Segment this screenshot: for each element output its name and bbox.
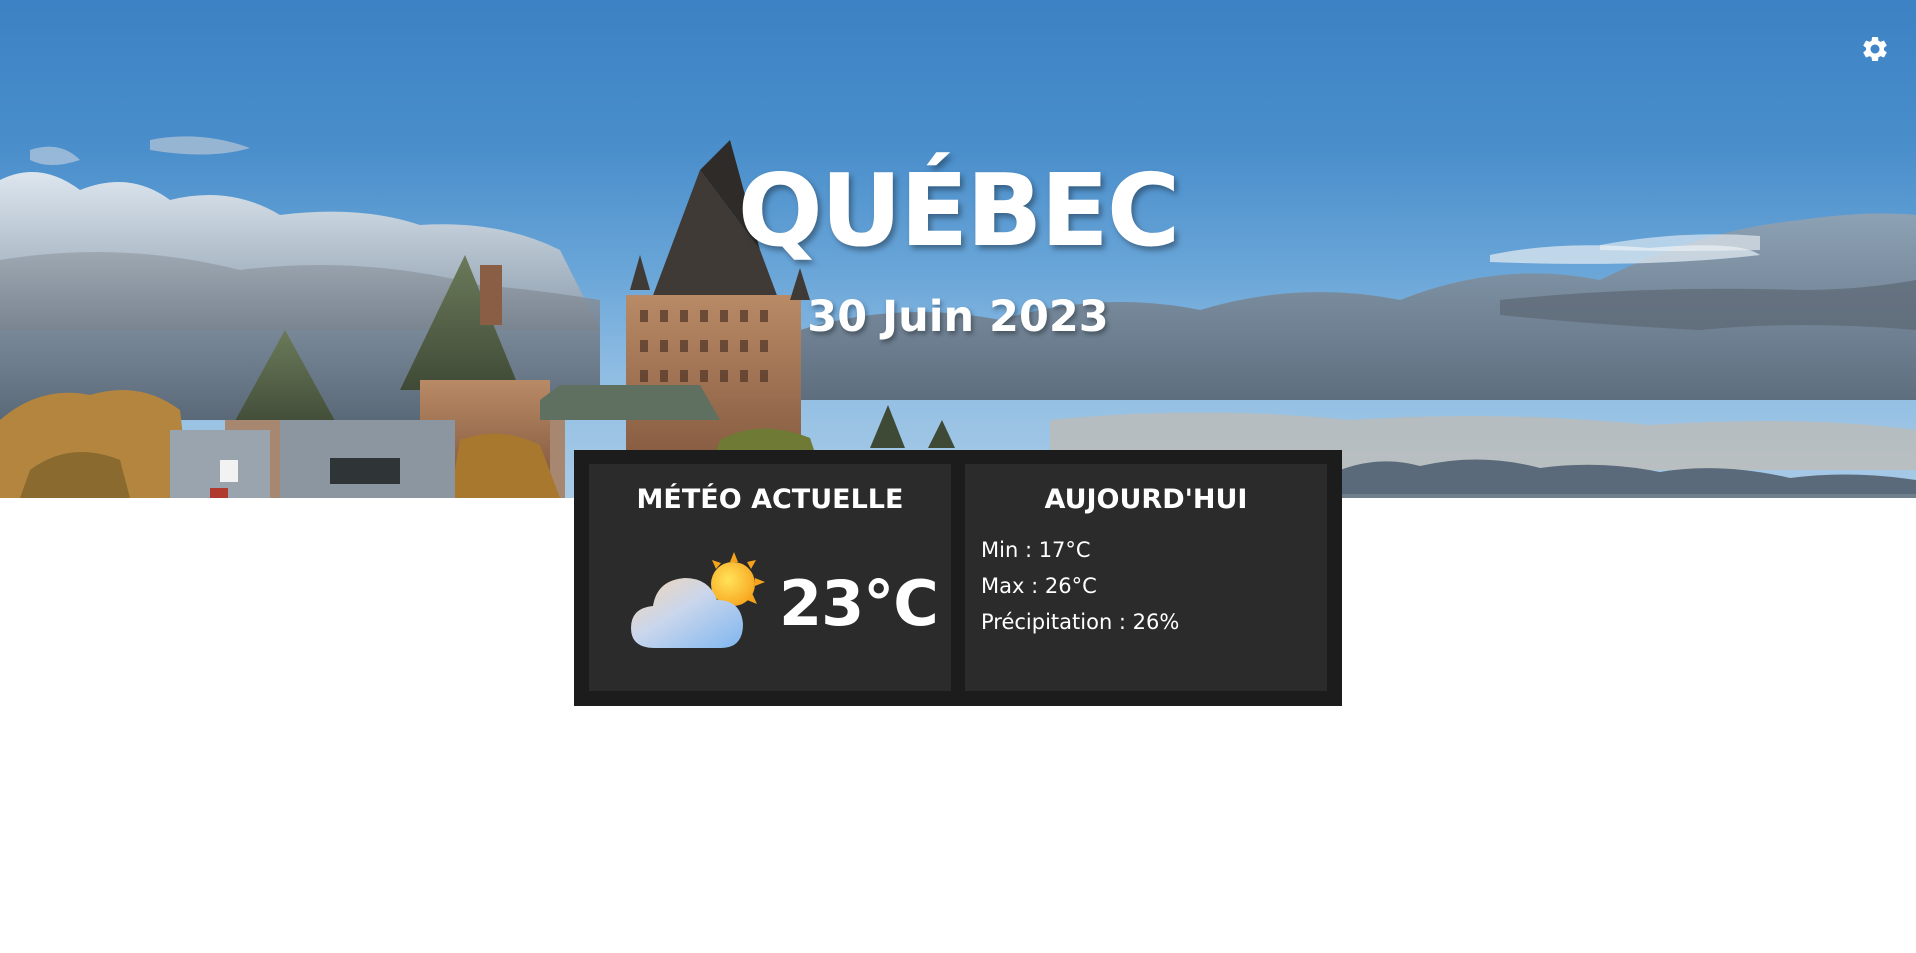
weather-panel: MÉTÉO ACTUELLE 23°C AUJOURD'HUI Min: 17… [574, 450, 1342, 706]
today-stats: Min : 17°C Max : 26°C Précipitation : 26… [981, 532, 1179, 640]
current-date: 30 Juin 2023 [807, 292, 1109, 342]
current-weather-title: MÉTÉO ACTUELLE [636, 484, 904, 515]
hero-banner: QUÉBEC 30 Juin 2023 [0, 0, 1916, 498]
city-name: QUÉBEC [737, 152, 1180, 269]
weather-page: QUÉBEC 30 Juin 2023 MÉTÉO ACTUELLE 23°C … [0, 0, 1916, 953]
gear-icon [1863, 36, 1887, 61]
settings-button[interactable] [1860, 34, 1890, 64]
current-weather-body: 23°C [629, 548, 939, 658]
today-title: AUJOURD'HUI [1044, 484, 1248, 515]
max-temperature: Max : 26°C [981, 574, 1097, 598]
partly-cloudy-icon [631, 552, 765, 648]
today-forecast-card: AUJOURD'HUI Min : 17°C Max : 26°C Précip… [965, 464, 1327, 691]
current-temperature: 23°C [779, 566, 939, 640]
min-temperature: Min : 17°C [981, 538, 1091, 562]
precipitation: Précipitation : 26% [981, 610, 1180, 634]
current-weather-card: MÉTÉO ACTUELLE 23°C [589, 464, 951, 691]
